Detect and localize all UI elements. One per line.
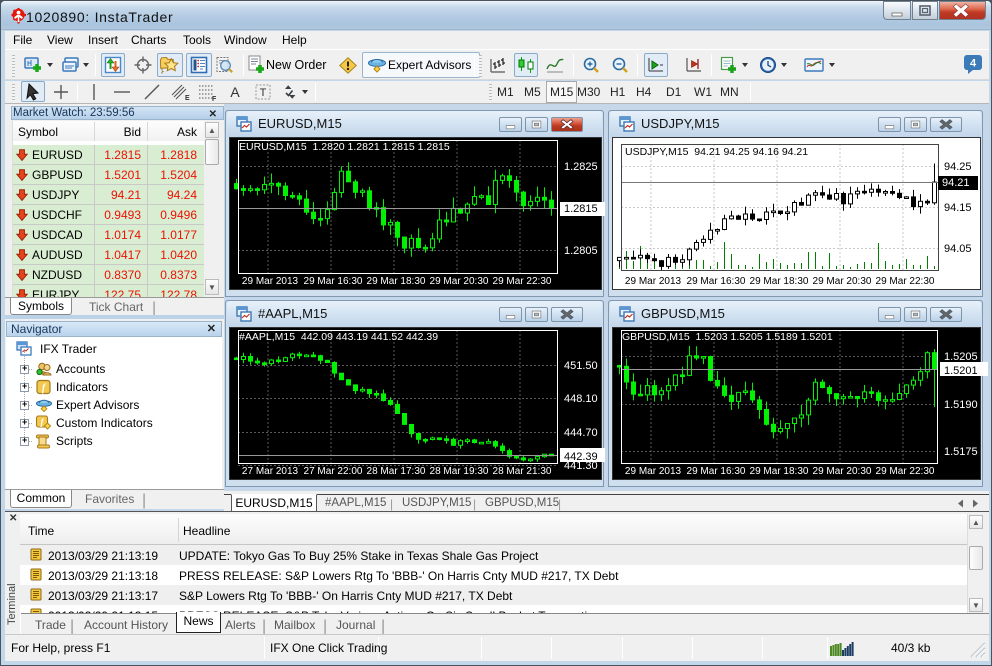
svg-text:94.21: 94.21 bbox=[942, 177, 970, 189]
svg-text:451.50: 451.50 bbox=[564, 360, 598, 372]
svg-text:94.15: 94.15 bbox=[944, 202, 972, 214]
svg-text:T: T bbox=[260, 87, 267, 99]
svg-text:94.25: 94.25 bbox=[944, 161, 972, 173]
svg-text:F: F bbox=[212, 96, 217, 102]
svg-text:1.5205: 1.5205 bbox=[944, 351, 978, 363]
svg-text:A: A bbox=[230, 84, 240, 100]
svg-text:1.2825: 1.2825 bbox=[564, 161, 598, 173]
svg-text:94.05: 94.05 bbox=[944, 243, 972, 255]
svg-text:1.2815: 1.2815 bbox=[564, 203, 598, 215]
svg-text:1.5190: 1.5190 bbox=[944, 399, 978, 411]
svg-text:442.39: 442.39 bbox=[564, 451, 598, 463]
svg-text:448.10: 448.10 bbox=[564, 393, 598, 405]
svg-text:E: E bbox=[185, 95, 190, 102]
svg-text:1.2805: 1.2805 bbox=[564, 245, 598, 257]
svg-text:4: 4 bbox=[970, 58, 977, 70]
svg-text:1.5175: 1.5175 bbox=[944, 446, 978, 458]
svg-text:444.70: 444.70 bbox=[564, 427, 598, 439]
svg-text:1.5201: 1.5201 bbox=[944, 365, 978, 377]
